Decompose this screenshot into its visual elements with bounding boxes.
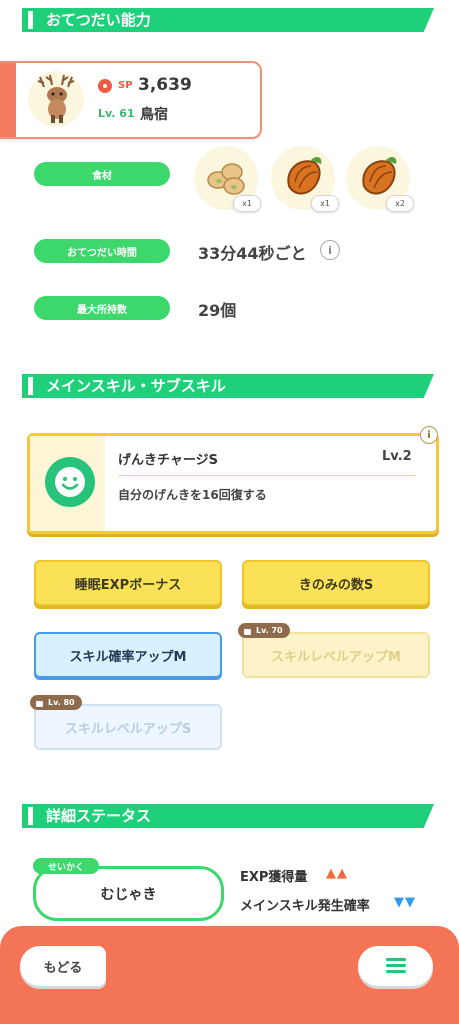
- main-skill-description: 自分のげんきを16回復する: [118, 488, 267, 502]
- max-carry-value: 29個: [198, 301, 237, 320]
- skills-header: メインスキル・サブスキル: [22, 374, 434, 398]
- exp-gain-label: EXP獲得量: [240, 870, 308, 885]
- helping-time-label: おてつだい時間: [34, 239, 170, 263]
- sp-label: SP: [118, 80, 133, 91]
- ingredient-qty-2: x1: [311, 195, 339, 212]
- main-skill-chance-label: メインスキル発生確率: [240, 899, 370, 914]
- nature-tag: せいかく: [33, 858, 99, 874]
- ingredient-qty-3: x2: [386, 195, 414, 212]
- main-skill-level: Lv.2: [382, 449, 412, 464]
- nature-value: むじゃき: [100, 886, 157, 903]
- helping-ability-header: おてつだい能力: [22, 8, 434, 32]
- sub-skill-1[interactable]: 睡眠EXPボーナス: [34, 560, 222, 606]
- lock-icon: [36, 700, 43, 707]
- sub-skill-2[interactable]: きのみの数S: [242, 560, 430, 606]
- section-title: おてつだい能力: [46, 11, 151, 29]
- main-skill-card[interactable]: げんきチャージS Lv.2 自分のげんきを16回復する: [27, 433, 439, 534]
- main-skill-name: げんきチャージS: [118, 453, 218, 468]
- sp-value: 3,639: [138, 75, 192, 95]
- sub-skill-4-locked[interactable]: スキルレベルアップM: [242, 632, 430, 678]
- menu-icon: [386, 958, 406, 961]
- nature-box[interactable]: むじゃき: [33, 866, 224, 921]
- sub-skill-3[interactable]: スキル確率アップM: [34, 632, 222, 678]
- skill-info-icon[interactable]: i: [420, 426, 438, 444]
- section-title: メインスキル・サブスキル: [46, 377, 226, 395]
- up-arrows-icon: ▲▲: [326, 866, 348, 881]
- lock-badge-lv70: Lv. 70: [238, 623, 290, 638]
- sp-icon: [98, 79, 112, 93]
- helping-time-value: 33分44秒ごと: [198, 244, 307, 263]
- pokemon-avatar: [28, 71, 84, 127]
- detail-status-header: 詳細ステータス: [22, 804, 434, 828]
- down-arrows-icon: ▼▼: [394, 895, 416, 910]
- info-icon[interactable]: i: [320, 240, 340, 260]
- back-button[interactable]: もどる: [20, 946, 106, 986]
- section-title: 詳細ステータス: [46, 807, 152, 825]
- pokemon-sprite-icon: [37, 74, 75, 123]
- sub-skill-5-locked[interactable]: スキルレベルアップS: [34, 704, 222, 750]
- ingredient-qty-1: x1: [233, 195, 261, 212]
- ingredients-label: 食材: [34, 162, 170, 186]
- pokemon-level: Lv. 61: [98, 107, 135, 120]
- pokemon-name: 鳥宿: [140, 107, 168, 123]
- pokemon-card[interactable]: SP 3,639 Lv. 61 鳥宿: [0, 61, 262, 139]
- smiley-icon: [45, 457, 95, 507]
- lock-icon: [244, 628, 251, 635]
- lock-badge-lv80: Lv. 80: [30, 695, 82, 710]
- max-carry-label: 最大所持数: [34, 296, 170, 320]
- menu-button[interactable]: [358, 946, 433, 986]
